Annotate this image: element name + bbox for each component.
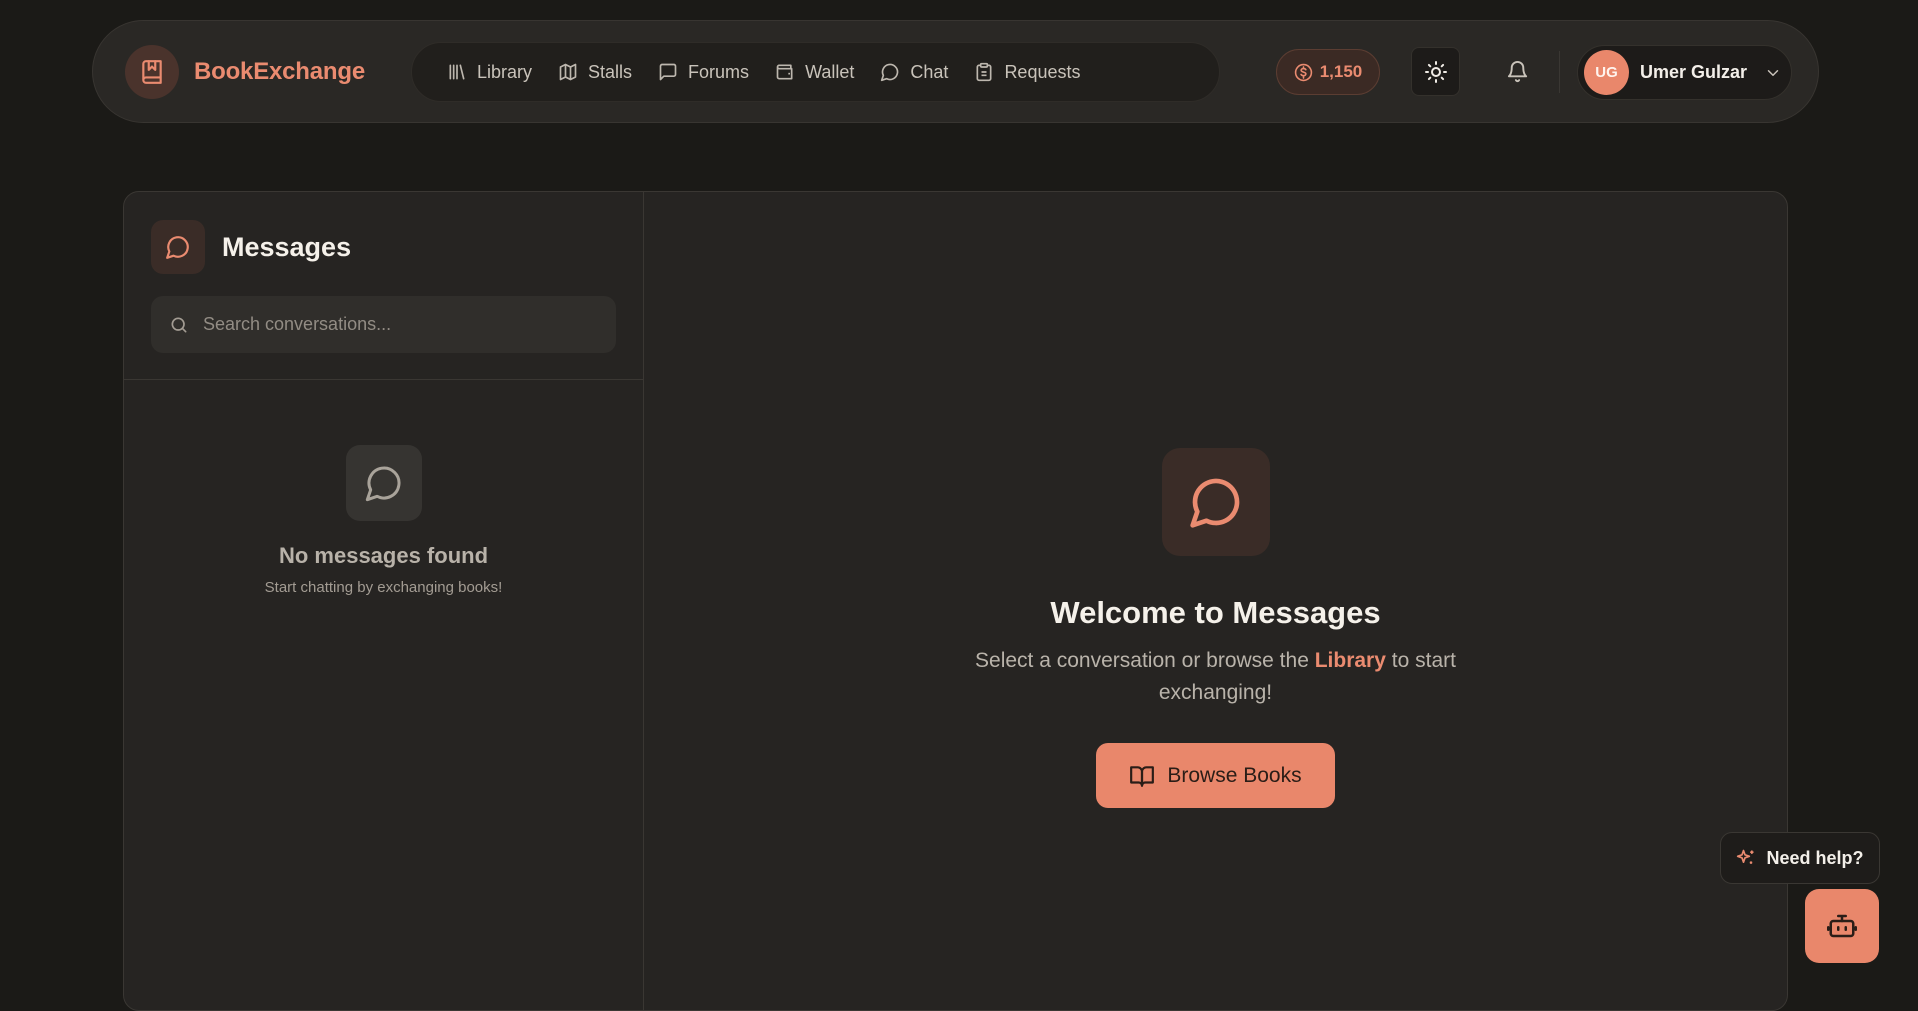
sparkles-icon <box>1736 848 1756 868</box>
book-bookmark-icon <box>125 45 179 99</box>
chat-bubble-icon <box>1161 448 1270 556</box>
welcome-text: Select a conversation or browse the Libr… <box>956 645 1476 709</box>
map-icon <box>558 62 578 82</box>
main-nav: Library Stalls Forums Wallet Chat Reques… <box>411 42 1220 102</box>
sun-icon <box>1424 60 1448 84</box>
theme-toggle-button[interactable] <box>1411 47 1460 96</box>
nav-item-label: Library <box>477 61 533 82</box>
library-link[interactable]: Library <box>1315 649 1386 672</box>
nav-item-chat[interactable]: Chat <box>867 52 961 92</box>
help-bot-button[interactable] <box>1805 889 1879 963</box>
clipboard-icon <box>974 62 994 82</box>
header-divider <box>1559 51 1560 93</box>
search-input[interactable] <box>203 314 603 335</box>
nav-item-label: Chat <box>910 61 949 82</box>
nav-item-label: Stalls <box>588 61 633 82</box>
brand-home-link[interactable]: BookExchange <box>125 45 365 99</box>
chat-bubble-icon <box>345 445 422 521</box>
chevron-down-icon <box>1764 64 1782 82</box>
empty-state: No messages found Start chatting by exch… <box>124 445 643 596</box>
page-title: Messages <box>222 231 352 262</box>
need-help-tooltip[interactable]: Need help? <box>1720 832 1880 884</box>
message-square-icon <box>658 62 678 82</box>
coin-balance: 1,150 <box>1319 62 1363 81</box>
library-icon <box>447 62 467 82</box>
user-menu-button[interactable]: UG Umer Gulzar <box>1577 45 1792 100</box>
empty-state-subtitle: Start chatting by exchanging books! <box>264 579 503 596</box>
top-navbar: BookExchange Library Stalls Forums Walle… <box>92 20 1819 123</box>
avatar: UG <box>1584 50 1629 95</box>
welcome-text-before: Select a conversation or browse the <box>975 649 1315 672</box>
browse-books-button[interactable]: Browse Books <box>1096 743 1335 808</box>
need-help-label: Need help? <box>1766 847 1864 868</box>
welcome-state: Welcome to Messages Select a conversatio… <box>644 448 1787 808</box>
brand-name: BookExchange <box>194 58 365 85</box>
user-name: Umer Gulzar <box>1640 62 1748 82</box>
nav-item-stalls[interactable]: Stalls <box>545 52 645 92</box>
chat-bubble-icon <box>151 220 205 274</box>
book-open-icon <box>1129 763 1155 789</box>
bot-icon <box>1827 911 1857 941</box>
nav-item-wallet[interactable]: Wallet <box>762 52 867 92</box>
welcome-title: Welcome to Messages <box>1050 595 1381 630</box>
nav-item-label: Forums <box>688 61 750 82</box>
coin-balance-badge[interactable]: 1,150 <box>1276 49 1380 95</box>
nav-item-label: Wallet <box>805 61 855 82</box>
nav-item-label: Requests <box>1004 61 1081 82</box>
browse-books-label: Browse Books <box>1167 763 1302 787</box>
chat-bubble-icon <box>880 62 900 82</box>
conversation-view: Welcome to Messages Select a conversatio… <box>644 192 1787 1010</box>
search-icon <box>169 315 189 335</box>
search-box <box>151 296 616 353</box>
nav-item-forums[interactable]: Forums <box>645 52 762 92</box>
panel-header: Messages <box>151 220 351 274</box>
conversations-panel: Messages No messages found Start chattin… <box>124 192 644 1010</box>
bell-icon <box>1506 60 1529 83</box>
notifications-button[interactable] <box>1493 47 1542 96</box>
coin-icon <box>1294 63 1313 82</box>
panel-divider <box>124 379 643 380</box>
nav-item-library[interactable]: Library <box>434 52 545 92</box>
messages-card: Messages No messages found Start chattin… <box>123 191 1788 1011</box>
nav-item-requests[interactable]: Requests <box>961 52 1093 92</box>
wallet-icon <box>775 62 795 82</box>
empty-state-title: No messages found <box>278 543 489 568</box>
